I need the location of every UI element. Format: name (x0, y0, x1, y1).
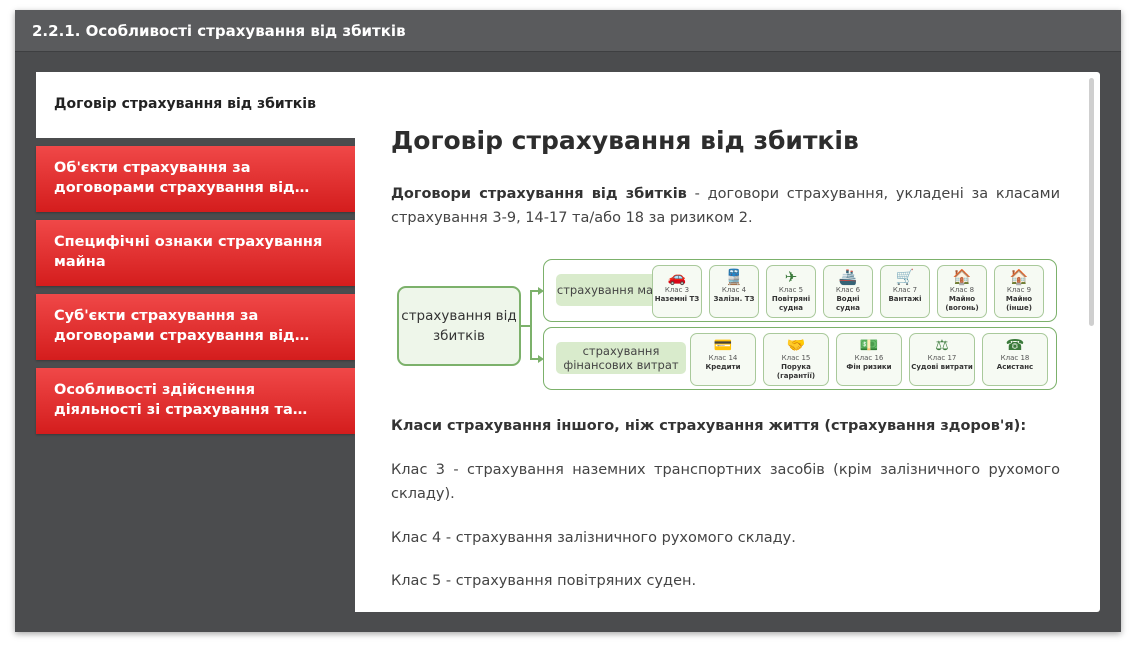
class-paragraph: Клас 4 - страхування залізничного рухомо… (391, 530, 796, 546)
content-title: Договір страхування від збитків (391, 126, 859, 155)
guarantee-icon: 🤝 (786, 336, 806, 354)
money-icon: 💵 (859, 336, 879, 354)
lesson-card: Договір страхування від збитків Об'єкти … (36, 72, 1100, 612)
page-header: 2.2.1. Особливості страхування від збитк… (15, 10, 1121, 52)
assistance-icon: ☎ (1005, 336, 1025, 354)
tab-label: Суб'єкти страхування за договорами страх… (54, 308, 295, 344)
airplane-icon: ✈ (784, 268, 798, 286)
tab-list: Договір страхування від збитків Об'єкти … (36, 72, 355, 612)
ship-icon: 🚢 (838, 268, 858, 286)
connector (530, 290, 538, 292)
branch-financial: страхування фінансових витрат 💳 Клас 14 Кр… (543, 327, 1057, 390)
insurance-scheme: страхування від збитків страхування майн… (395, 258, 1059, 394)
tab-activity-features[interactable]: Особливості здійснення діяльності зі стр… (36, 368, 355, 434)
house-fire-icon: 🏠 (952, 268, 972, 286)
class-5: ✈ Клас 5 Повітряні судна (766, 265, 816, 318)
scales-icon: ⚖ (935, 336, 949, 354)
class-9: 🏠 Клас 9 Майно (інше) (994, 265, 1044, 318)
class-paragraph: Клас 3 - страхування наземних транспортн… (391, 462, 1060, 502)
course-frame: 2.2.1. Особливості страхування від збитк… (15, 10, 1121, 632)
tab-objects[interactable]: Об'єкти страхування за договорами страху… (36, 146, 355, 212)
class-8: 🏠 Клас 8 Майно (вогонь) (937, 265, 987, 318)
cart-icon: 🛒 (895, 268, 915, 286)
train-icon: 🚆 (724, 268, 744, 286)
class-17: ⚖ Клас 17 Судові витрати (909, 333, 975, 386)
branch-property: страхування майна 🚗 Клас 3 Наземні ТЗ 🚆 Кла… (543, 259, 1057, 322)
tab-subjects[interactable]: Суб'єкти страхування за договорами страх… (36, 294, 355, 360)
house-icon: 🏠 (1009, 268, 1029, 286)
scheme-root: страхування від збитків (397, 286, 521, 366)
class-3: 🚗 Клас 3 Наземні ТЗ (652, 265, 702, 318)
class-4: 🚆 Клас 4 Залізн. ТЗ (709, 265, 759, 318)
intro-term: Договори страхування від збитків (391, 186, 687, 202)
car-icon: 🚗 (667, 268, 687, 286)
connector (530, 358, 538, 360)
scrollbar[interactable] (1089, 78, 1094, 326)
content-panel[interactable]: Договір страхування від збитків Договори… (355, 72, 1100, 612)
tab-label: Договір страхування від збитків (54, 96, 316, 112)
class-14: 💳 Клас 14 Кредити (690, 333, 756, 386)
class-paragraph: Клас 5 - страхування повітряних суден. (391, 573, 697, 589)
connector (530, 290, 532, 360)
branch-label: страхування фінансових витрат (556, 342, 686, 374)
intro-paragraph: Договори страхування від збитків - догов… (391, 182, 1060, 230)
tab-label: Специфічні ознаки страхування майна (54, 234, 323, 270)
tab-property-features[interactable]: Специфічні ознаки страхування майна (36, 220, 355, 286)
tab-contract[interactable]: Договір страхування від збитків (36, 72, 355, 138)
class-7: 🛒 Клас 7 Вантажі (880, 265, 930, 318)
tab-label: Об'єкти страхування за договорами страху… (54, 160, 295, 196)
credit-icon: 💳 (713, 336, 733, 354)
class-18: ☎ Клас 18 Асистанс (982, 333, 1048, 386)
class-6: 🚢 Клас 6 Водні судна (823, 265, 873, 318)
tab-label: Особливості здійснення діяльності зі стр… (54, 382, 293, 418)
class-16: 💵 Клас 16 Фін ризики (836, 333, 902, 386)
class-15: 🤝 Клас 15 Порука (гарантії) (763, 333, 829, 386)
classes-section-title: Класи страхування іншого, ніж страхуванн… (391, 418, 1027, 434)
